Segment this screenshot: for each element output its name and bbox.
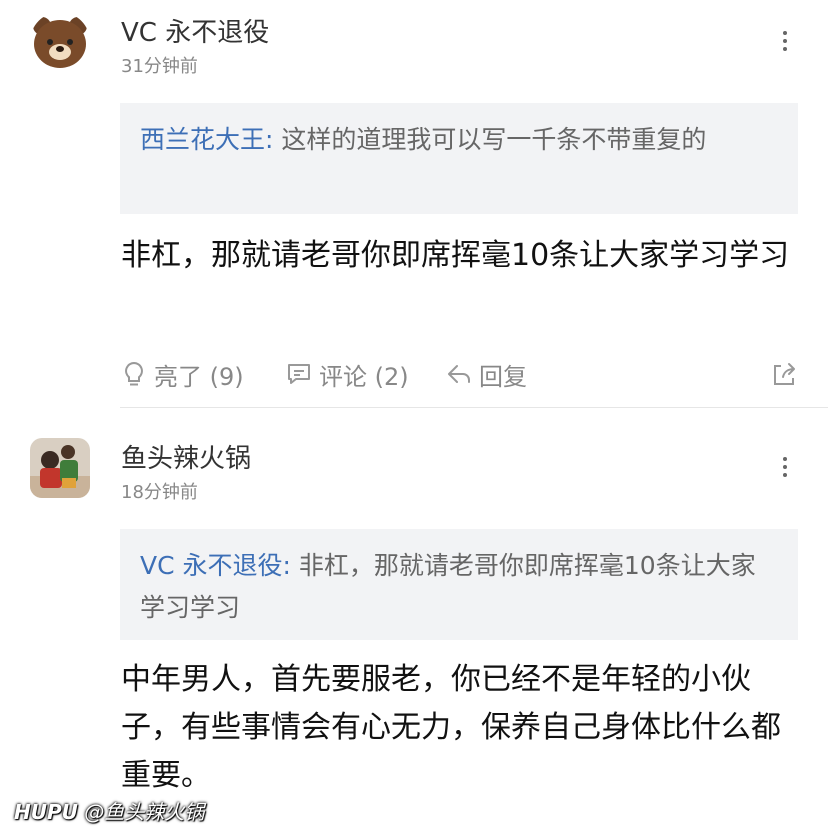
- quoted-comment[interactable]: 西兰花大王: 这样的道理我可以写一千条不带重复的: [120, 103, 798, 214]
- comment-actions: 亮了 (9) 评论 (2) 回复: [120, 352, 810, 396]
- like-label: 亮了 (9): [154, 362, 244, 391]
- reply-button[interactable]: 回复: [445, 352, 527, 396]
- reply-label: 回复: [479, 362, 527, 391]
- reply-arrow-icon: [448, 365, 470, 383]
- share-icon: [774, 363, 795, 385]
- divider: [120, 407, 828, 408]
- quote-author[interactable]: VC 永不退役:: [140, 551, 291, 580]
- like-button[interactable]: 亮了 (9): [120, 352, 244, 396]
- username[interactable]: VC 永不退役: [121, 12, 269, 49]
- more-options-icon[interactable]: [770, 26, 800, 56]
- watermark: HUPU @鱼头辣火锅: [14, 796, 204, 825]
- avatar[interactable]: [30, 438, 90, 498]
- comment-label: 评论 (2): [319, 362, 409, 391]
- watermark-handle: @鱼头辣火锅: [84, 800, 205, 824]
- quote-text: 这样的道理我可以写一千条不带重复的: [273, 125, 707, 154]
- comment-body: 非杠，那就请老哥你即席挥毫10条让大家学习学习: [121, 238, 790, 273]
- quoted-comment[interactable]: VC 永不退役: 非杠，那就请老哥你即席挥毫10条让大家学习学习: [120, 529, 798, 640]
- share-button[interactable]: [770, 352, 798, 396]
- timestamp: 18分钟前: [121, 482, 198, 503]
- quote-author[interactable]: 西兰花大王:: [140, 125, 273, 154]
- brown-bear-avatar-icon: [30, 12, 90, 72]
- watermark-brand: HUPU: [14, 800, 78, 824]
- comment-body: 中年男人，首先要服老，你已经不是年轻的小伙子，有些事情会有心无力，保养自己身体比…: [121, 662, 781, 793]
- lightbulb-icon: [125, 361, 143, 386]
- chat-bubble-icon: [288, 364, 310, 384]
- more-options-icon[interactable]: [770, 452, 800, 482]
- photo-avatar-icon: [30, 438, 90, 498]
- avatar[interactable]: [30, 12, 90, 72]
- username[interactable]: 鱼头辣火锅: [121, 438, 251, 475]
- comment-button[interactable]: 评论 (2): [285, 352, 409, 396]
- timestamp: 31分钟前: [121, 56, 198, 77]
